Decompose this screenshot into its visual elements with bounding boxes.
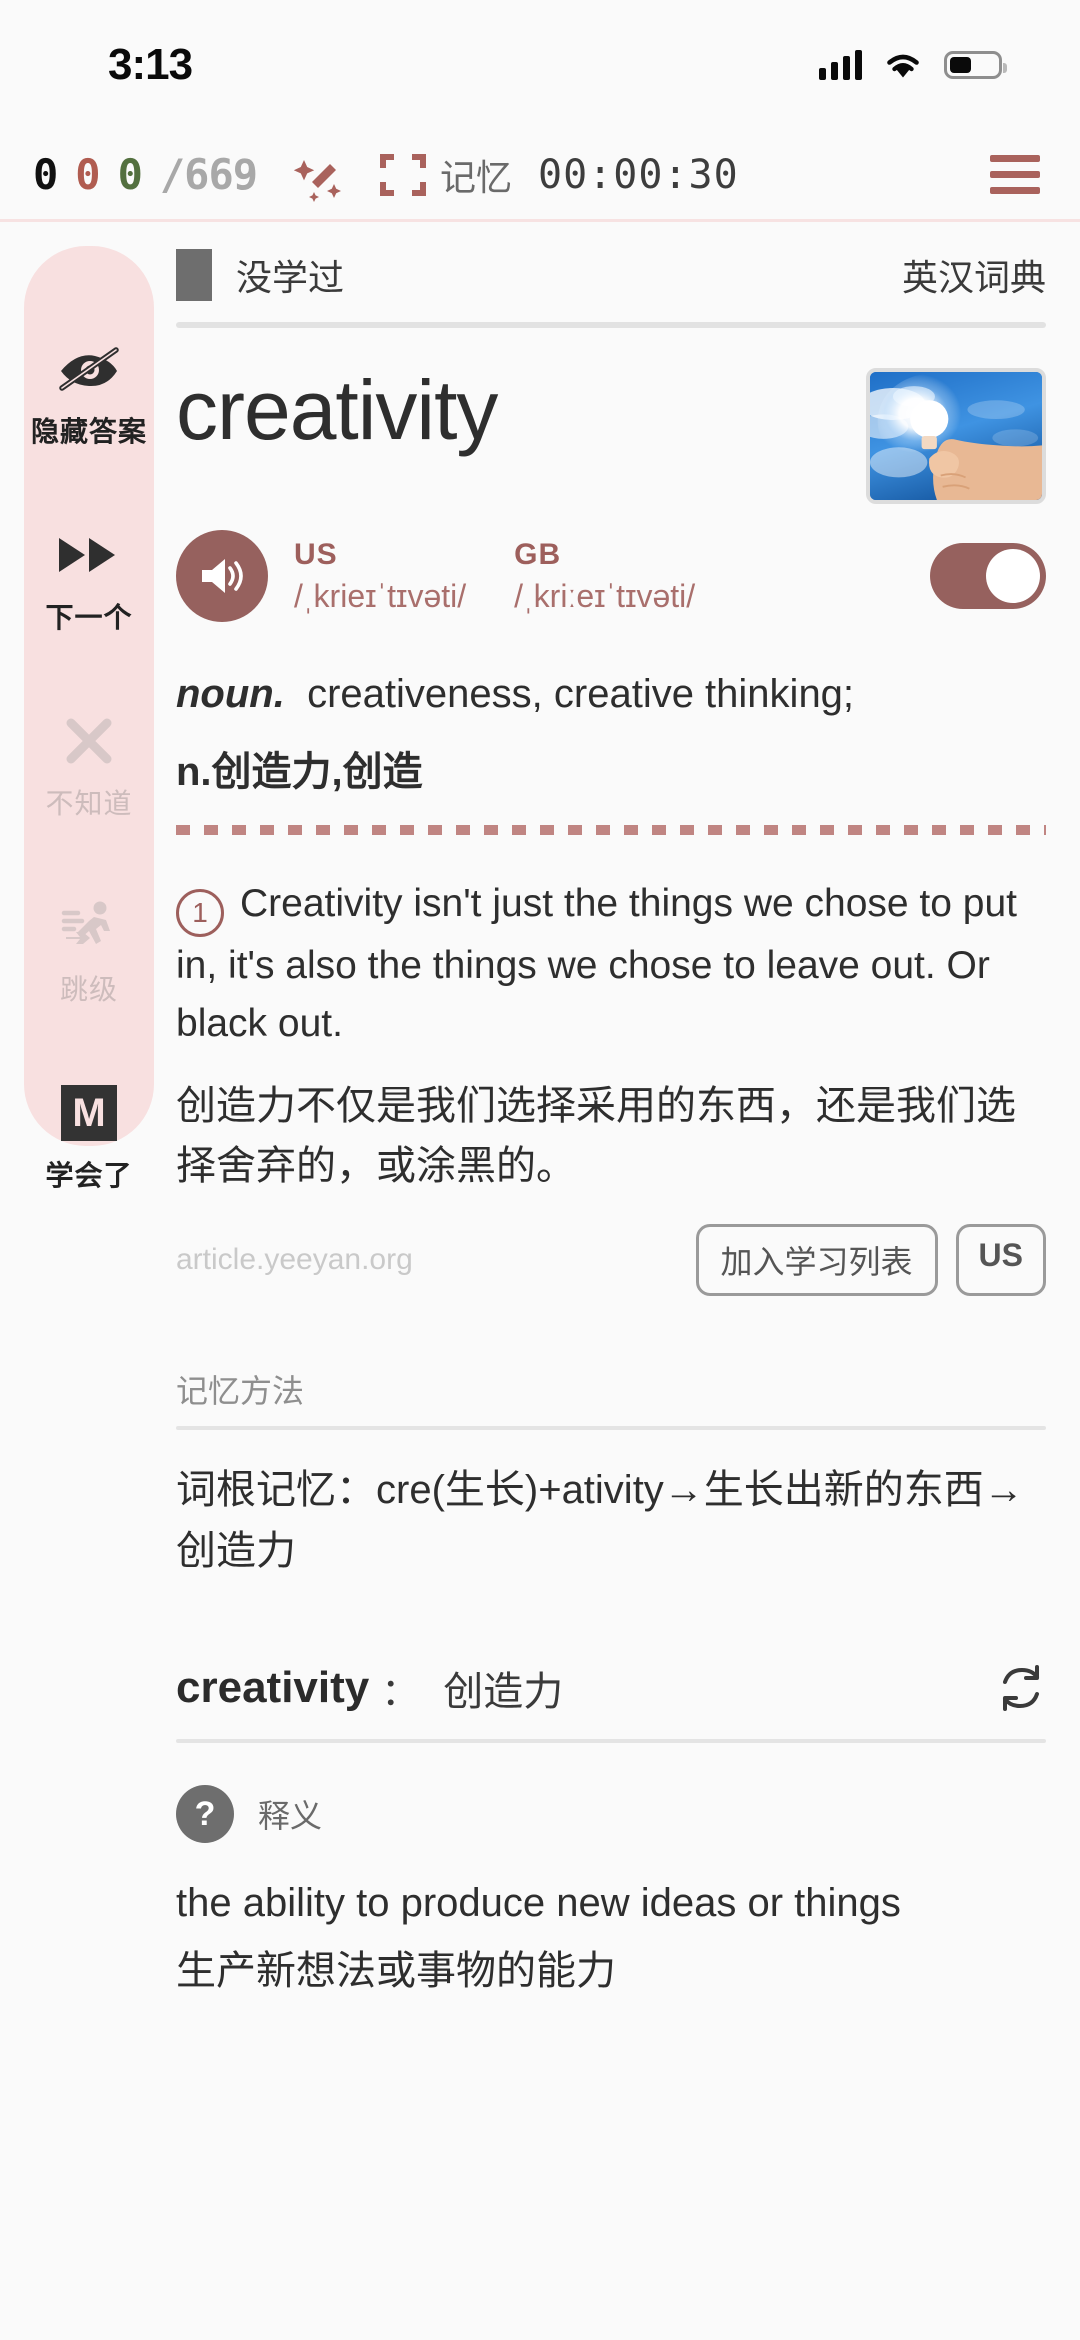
explanation-label: 释义 [258,1798,323,1835]
page-title: creativity [176,363,498,457]
sidebar-item-mastered[interactable]: M 学会了 [24,1082,154,1194]
progress-counters: 0 0 0 /669 [24,150,266,199]
sidebar-item-label: 隐藏答案 [30,416,147,447]
add-to-study-list-button[interactable]: 加入学习列表 [695,1223,938,1296]
dictionary-source-label[interactable]: 英汉词典 [902,249,1046,301]
status-bar-indicators [819,50,1007,80]
mnemonic-body: 词根记忆：cre(生长)+ativity→生长出新的东西→创造力 [176,1467,1024,1573]
definition-cn: n.创造力,创造 [176,749,423,794]
sidebar-item-label: 下一个 [45,602,133,633]
mode-label: 记忆 [440,156,513,198]
definition-en-row: noun. creativeness, creative thinking; [176,666,1046,723]
example-source-row: article.yeeyan.org 加入学习列表 US [176,1223,1046,1296]
status-bar: 3:13 [0,0,1080,130]
pronunciation-region: GB [514,537,562,571]
sidebar-item-label: 不知道 [45,788,133,819]
translation-word: creativity [176,1663,370,1713]
explanation-cn: 生产新想法或事物的能力 [176,1949,616,1994]
pronunciation-us[interactable]: US /ˌkrieɪˈtɪvəti/ [294,538,466,615]
battery-icon [944,51,1007,79]
question-mark-icon: ? [176,1785,234,1844]
sidebar-item-dont-know[interactable]: 不知道 [24,710,154,822]
headword-row: creativity [176,354,1046,504]
explanation-header: ? 释义 [176,1785,1046,1844]
running-person-icon [58,896,120,958]
divider [176,1739,1046,1744]
sidebar-item-label: 学会了 [45,1160,133,1191]
status-badge-square [176,249,212,301]
refresh-icon[interactable] [996,1663,1046,1713]
example-en: Creativity isn't just the things we chos… [176,881,1017,1046]
fast-forward-icon [55,524,123,586]
speaker-volume-icon[interactable] [176,530,268,622]
example-block: 1 Creativity isn't just the things we cho… [176,875,1046,1296]
definition-en: creativeness, creative thinking; [307,672,855,716]
pronunciation-gb[interactable]: GB /ˌkriːeɪˈtɪvəti/ [514,538,695,615]
example-cn: 创造力不仅是我们选择采用的东西，还是我们选择舍弃的，或涂黑的。 [176,1083,1016,1188]
example-number: 1 [176,888,224,937]
explanation-en: the ability to produce new ideas or thin… [176,1881,901,1926]
card-status-row: 没学过 英汉词典 [176,222,1046,310]
counter-wrong: 0 [75,150,100,199]
example-actions: 加入学习列表 US [695,1223,1046,1296]
hamburger-menu-icon[interactable] [984,149,1046,200]
action-sidebar: 隐藏答案 下一个 不知道 跳级 M 学会了 [24,246,154,1191]
cellular-bars-icon [819,50,862,80]
mnemonic-section: 记忆方法 词根记忆：cre(生长)+ativity→生长出新的东西→创造力 [176,1366,1046,1582]
example-source: article.yeeyan.org [176,1242,413,1276]
word-image-thumbnail[interactable] [866,368,1046,504]
divider [176,1425,1046,1430]
session-timer: 00:00:30 [538,151,739,198]
example-accent-button[interactable]: US [955,1223,1046,1296]
dotted-divider [176,824,1046,835]
autoplay-toggle[interactable] [930,543,1046,609]
part-of-speech: noun. [176,672,285,716]
eye-off-icon [56,338,122,400]
magic-wand-icon[interactable] [292,148,346,202]
sidebar-item-label: 跳级 [59,974,118,1005]
pronunciation-region: US [294,537,338,571]
mastered-m-icon: M [61,1082,117,1144]
pronunciation-row: US /ˌkrieɪˈtɪvəti/ GB /ˌkriːeɪˈtɪvəti/ [176,530,1046,622]
learn-status-label: 没学过 [236,257,345,298]
example-en-line: 1 Creativity isn't just the things we cho… [176,875,1046,1054]
sidebar-item-next[interactable]: 下一个 [24,524,154,636]
close-x-icon [61,710,117,772]
mnemonic-heading: 记忆方法 [176,1372,305,1409]
sidebar-item-hide-answer[interactable]: 隐藏答案 [24,338,154,450]
translation-meaning: 创造力 [443,1670,564,1715]
top-toolbar: 0 0 0 /669 记忆 00:00:30 [0,130,1080,222]
status-bar-time: 3:13 [108,40,193,89]
sidebar-item-skip-level[interactable]: 跳级 [24,896,154,1008]
pronunciation-ipa: /ˌkriːeɪˈtɪvəti/ [514,577,696,614]
toggle-knob [986,549,1040,603]
counter-total: /669 [159,150,258,199]
wifi-icon [887,54,919,78]
translation-row: creativity ： 创造力 [176,1659,1046,1717]
fullscreen-icon[interactable] [380,152,427,198]
word-card: 没学过 英汉词典 creativity US /ˌkrieɪˈtɪvəti/ G… [154,222,1080,2340]
divider [176,322,1046,328]
counter-right: 0 [117,150,143,199]
pronunciation-ipa: /ˌkrieɪˈtɪvəti/ [294,577,467,614]
counter-new: 0 [33,150,58,199]
translation-separator: ： [381,1671,420,1714]
